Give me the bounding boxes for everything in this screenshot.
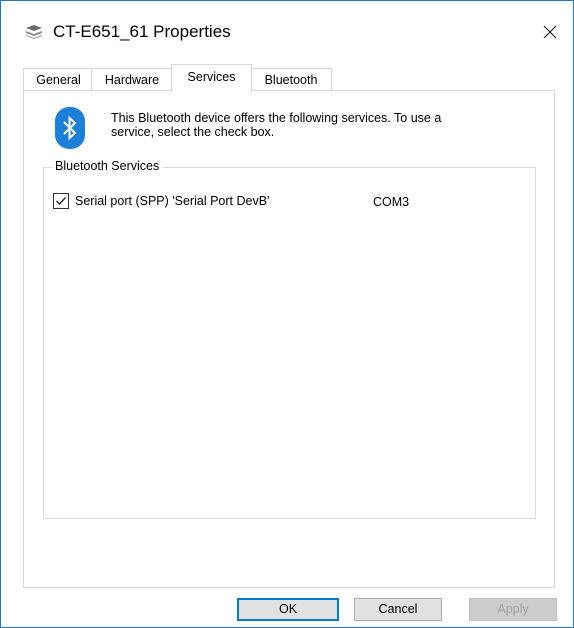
title-bar[interactable]: CT-E651_61 Properties bbox=[1, 1, 573, 63]
service-checkbox[interactable] bbox=[53, 193, 69, 209]
properties-dialog: CT-E651_61 Properties General Hardware S… bbox=[0, 0, 574, 628]
window-title: CT-E651_61 Properties bbox=[53, 22, 231, 41]
group-label: Bluetooth Services bbox=[52, 159, 163, 173]
service-port: COM3 bbox=[373, 195, 410, 209]
service-item: Serial port (SPP) 'Serial Port DevB' bbox=[53, 193, 269, 209]
bluetooth-icon bbox=[55, 107, 85, 149]
tab-strip: General Hardware Services Bluetooth bbox=[23, 64, 553, 92]
services-description: This Bluetooth device offers the followi… bbox=[111, 111, 531, 139]
services-panel: This Bluetooth device offers the followi… bbox=[23, 90, 555, 588]
service-name: Serial port (SPP) 'Serial Port DevB' bbox=[75, 194, 270, 208]
bluetooth-services-group: Bluetooth Services Serial port (SPP) 'Se… bbox=[43, 159, 536, 519]
tab-general[interactable]: General bbox=[23, 68, 94, 91]
tab-services[interactable]: Services bbox=[171, 64, 252, 92]
tab-bluetooth[interactable]: Bluetooth bbox=[250, 68, 332, 91]
description-line-2: service, select the check box. bbox=[111, 125, 275, 139]
cancel-button[interactable]: Cancel bbox=[354, 598, 442, 621]
printer-icon bbox=[26, 25, 42, 39]
close-button[interactable] bbox=[527, 13, 573, 51]
ok-button[interactable]: OK bbox=[237, 598, 339, 621]
description-line-1: This Bluetooth device offers the followi… bbox=[111, 111, 442, 125]
apply-button[interactable]: Apply bbox=[469, 598, 557, 621]
tab-hardware[interactable]: Hardware bbox=[91, 68, 173, 91]
checkmark-icon bbox=[56, 197, 66, 205]
close-icon bbox=[543, 25, 557, 39]
